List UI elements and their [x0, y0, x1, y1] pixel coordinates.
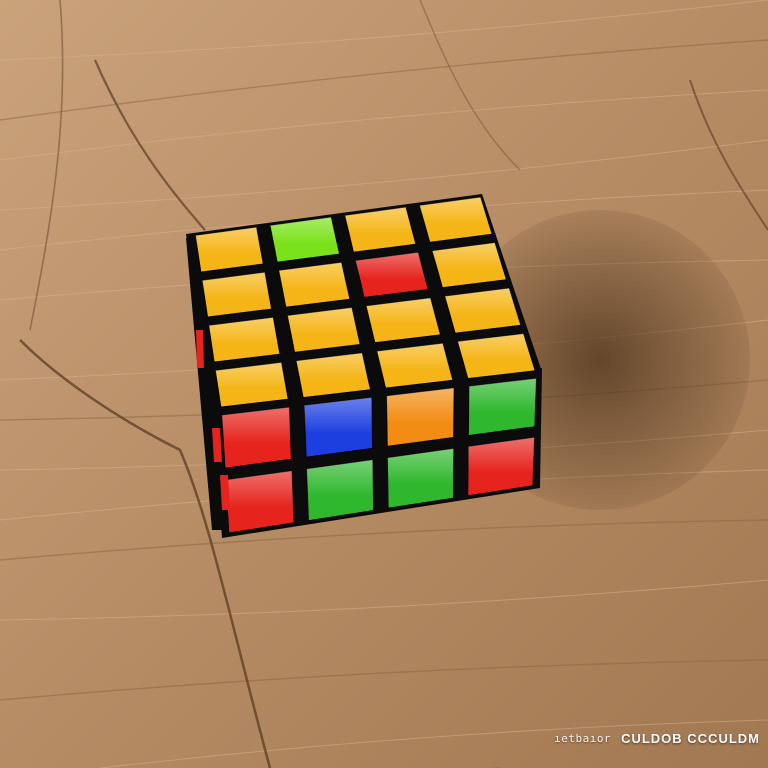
top-face-sticker-shine	[419, 197, 493, 243]
front-face-sticker-shine	[387, 448, 454, 509]
top-face-sticker-shine	[444, 288, 521, 334]
front-face-sticker-shine	[468, 378, 537, 436]
top-face-sticker-shine	[208, 317, 280, 363]
top-face-sticker-shine	[366, 297, 441, 343]
front-face-sticker-shine	[306, 459, 374, 521]
front-face-sticker-shine	[221, 407, 292, 469]
front-face-sticker-shine	[225, 470, 295, 533]
top-face-sticker-shine	[457, 333, 536, 379]
cube-side-sticker	[196, 330, 204, 368]
watermark-right-text: CULDOB CCCULDM	[621, 731, 760, 746]
photo-canvas	[0, 0, 768, 768]
top-face-sticker-shine	[287, 307, 361, 353]
watermark: ıetbaıor CULDOB CCCULDM	[554, 731, 760, 746]
front-face-sticker-shine	[304, 397, 373, 458]
top-face-sticker-shine	[432, 242, 507, 288]
photo-scene: ıetbaıor CULDOB CCCULDM	[0, 0, 768, 768]
front-face-sticker-shine	[386, 387, 454, 447]
front-face-sticker-shine	[467, 437, 535, 496]
top-face-sticker-shine	[215, 362, 289, 408]
top-face-sticker-shine	[344, 207, 416, 253]
puzzle-cube	[186, 194, 542, 538]
top-face-sticker-shine	[296, 352, 371, 398]
watermark-left-text: ıetbaıor	[554, 732, 612, 745]
top-face-sticker-shine	[355, 252, 429, 298]
top-face-sticker-shine	[376, 343, 453, 389]
top-face-sticker-shine	[278, 262, 350, 308]
